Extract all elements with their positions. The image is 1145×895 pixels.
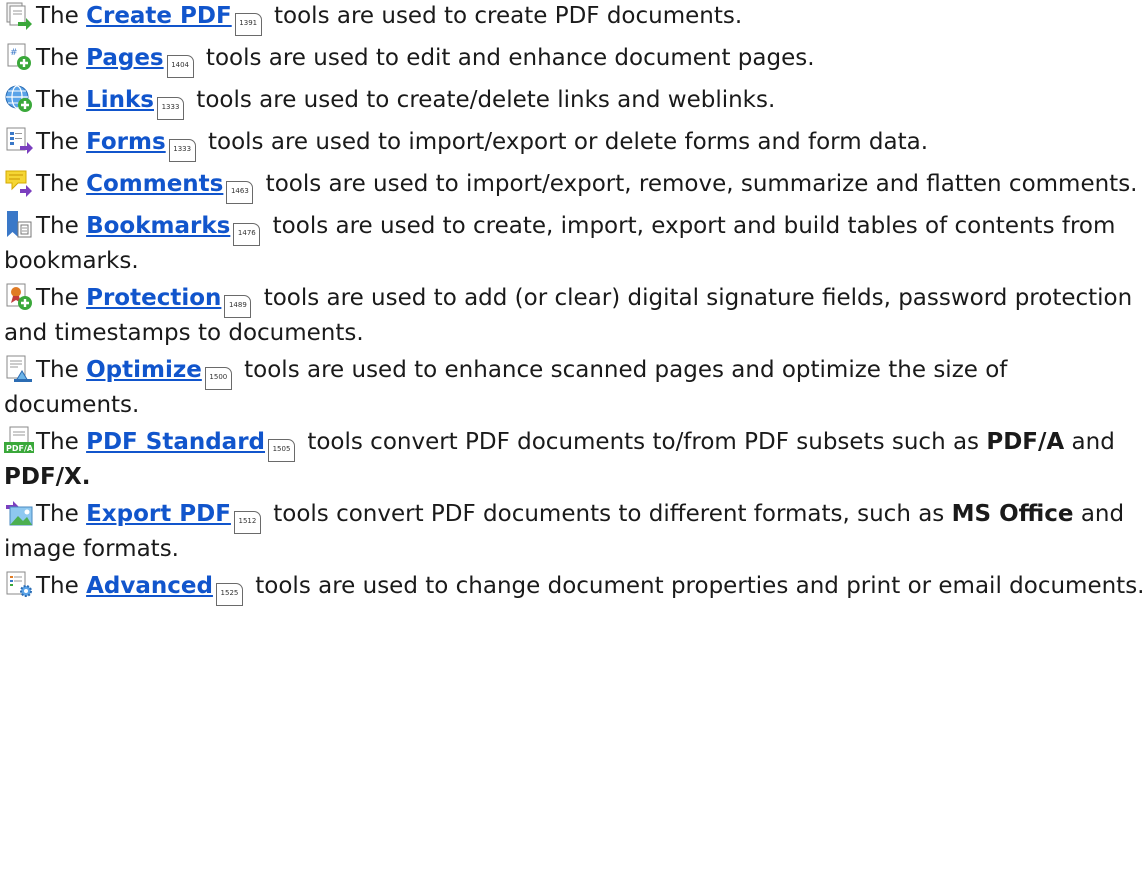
list-item: # The Pages 1404 tools are used to edit an…	[4, 42, 1145, 78]
list-item: The Protection 1489 tools are used to add…	[4, 282, 1145, 348]
list-item: The Links 1333 tools are used to create/d…	[4, 84, 1145, 120]
advanced-link[interactable]: Advanced	[86, 573, 213, 599]
pdf-standard-link[interactable]: PDF Standard	[86, 429, 265, 455]
bookmarks-link[interactable]: Bookmarks	[86, 213, 230, 239]
forms-link[interactable]: Forms	[86, 129, 166, 155]
list-item: The Advanced 1525 tools are used to chang…	[4, 570, 1145, 606]
list-item: The Create PDF 1391 tools are used to cre…	[4, 0, 1145, 36]
list-item: The Bookmarks 1476 tools are used to crea…	[4, 210, 1145, 276]
list-item: The Comments 1463 tools are used to impor…	[4, 168, 1145, 204]
protection-icon	[4, 282, 34, 312]
export-pdf-link[interactable]: Export PDF	[86, 501, 231, 527]
page-ref[interactable]: 1463	[226, 181, 254, 204]
comments-icon	[4, 168, 34, 198]
page-ref[interactable]: 1333	[157, 97, 184, 120]
page-ref[interactable]: 1391	[234, 13, 262, 36]
page-ref[interactable]: 1505	[268, 439, 296, 462]
pages-icon: #	[4, 42, 34, 72]
page-ref[interactable]: 1404	[166, 55, 194, 78]
page-ref[interactable]: 1489	[224, 295, 252, 318]
page-ref[interactable]: 1476	[233, 223, 261, 246]
svg-text:PDF/A: PDF/A	[6, 444, 34, 453]
list-item: The Optimize 1500 tools are used to enhan…	[4, 354, 1145, 420]
list-item: The Forms 1333 tools are used to import/e…	[4, 126, 1145, 162]
create-pdf-icon	[4, 0, 34, 30]
advanced-icon	[4, 570, 34, 600]
page-ref[interactable]: 1500	[204, 367, 232, 390]
export-pdf-icon	[4, 498, 34, 528]
page-ref[interactable]: 1525	[215, 583, 243, 606]
links-link[interactable]: Links	[86, 87, 154, 113]
optimize-link[interactable]: Optimize	[86, 357, 202, 383]
page-ref[interactable]: 1333	[168, 139, 196, 162]
forms-icon	[4, 126, 34, 156]
svg-text:#: #	[10, 48, 18, 58]
links-icon	[4, 84, 34, 114]
tool-list: The Create PDF 1391 tools are used to cre…	[0, 0, 1145, 606]
optimize-icon	[4, 354, 34, 384]
comments-link[interactable]: Comments	[86, 171, 223, 197]
bookmarks-icon	[4, 210, 34, 240]
create-pdf-link[interactable]: Create PDF	[86, 3, 232, 29]
pages-link[interactable]: Pages	[86, 45, 164, 71]
list-item: PDF/A The PDF Standard 1505 tools convert …	[4, 426, 1145, 492]
protection-link[interactable]: Protection	[86, 285, 221, 311]
list-item: The Export PDF 1512 tools convert PDF doc…	[4, 498, 1145, 564]
pdf-standard-icon: PDF/A	[4, 426, 34, 456]
page-ref[interactable]: 1512	[233, 511, 261, 534]
